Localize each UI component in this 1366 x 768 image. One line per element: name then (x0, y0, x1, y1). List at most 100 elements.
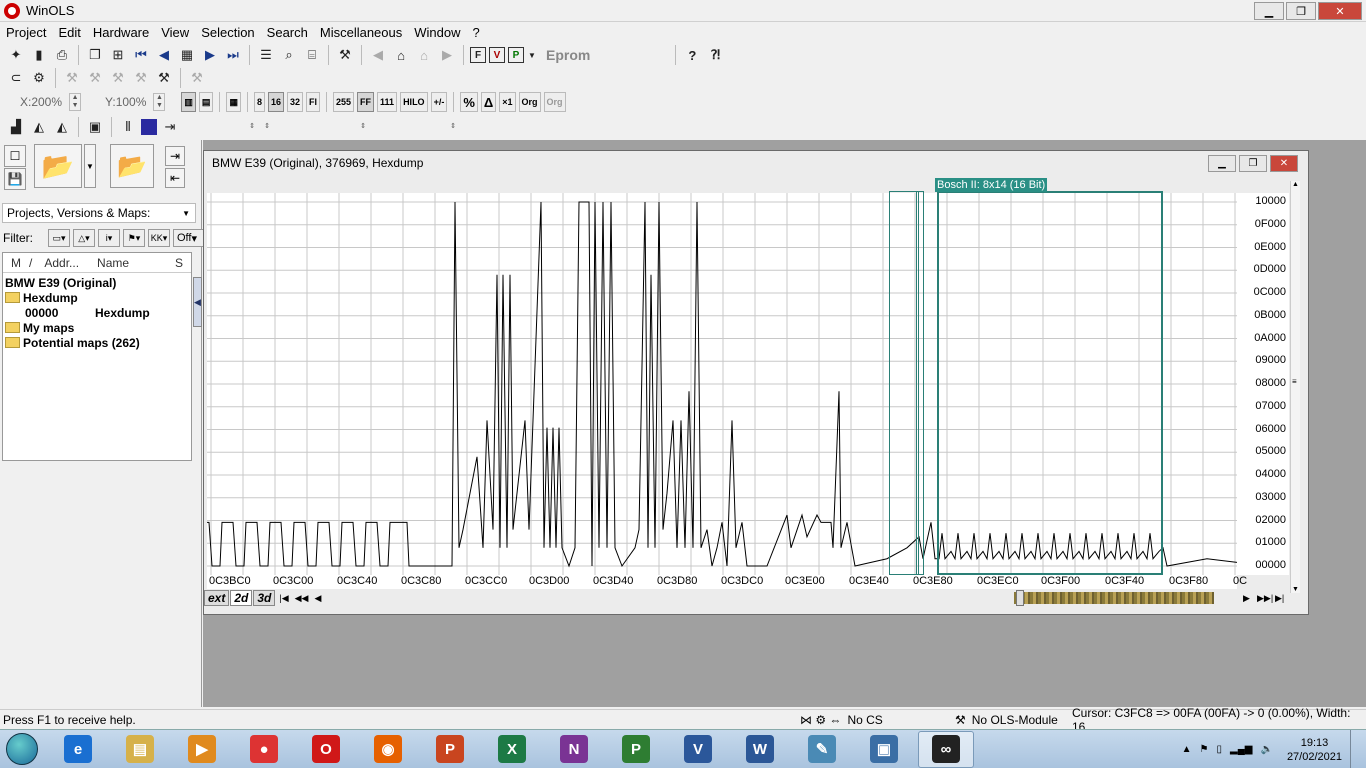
first-icon[interactable]: ⏮ (131, 45, 151, 65)
import-icon[interactable]: ⇥ (165, 146, 185, 166)
zoom-icon[interactable]: ⌕ (279, 45, 299, 65)
waveform-view-button[interactable]: ▥ (181, 92, 196, 112)
scroll-right-icon[interactable]: ▶ (1240, 593, 1253, 604)
grid-button[interactable]: ▦ (226, 92, 241, 112)
taskbar-app-opera[interactable]: O (298, 731, 354, 768)
back-icon[interactable]: ◀ (368, 45, 388, 65)
child-close-button[interactable]: ✕ (1270, 155, 1298, 172)
verify-icon[interactable]: ⚒ (131, 68, 151, 88)
first-page-icon[interactable]: |◀ (276, 593, 291, 604)
scroll-left-icon[interactable]: ◀ (311, 593, 324, 604)
map-selection-box[interactable] (937, 191, 1163, 575)
map-icon[interactable]: ◭ (29, 117, 49, 137)
spinner-b[interactable]: ⇕ (261, 118, 273, 136)
taskbar-app-firefox[interactable]: ◉ (360, 731, 416, 768)
v-icon[interactable]: V (489, 47, 505, 63)
menu-miscellaneous[interactable]: Miscellaneous (314, 25, 408, 40)
col-s[interactable]: S (129, 256, 183, 270)
tree-item-hexdump[interactable]: 00000 Hexdump (3, 305, 191, 320)
tree-item-my-maps[interactable]: My maps (3, 320, 191, 335)
tree-item-hexdump-folder[interactable]: Hexdump (3, 290, 191, 305)
tray-chevron-icon[interactable]: ▲ (1182, 744, 1192, 755)
tab-text[interactable]: ext (204, 590, 230, 606)
bits-32-button[interactable]: 32 (286, 92, 303, 112)
menu-selection[interactable]: Selection (195, 25, 260, 40)
child-restore-button[interactable]: ❐ (1239, 155, 1267, 172)
link-icon[interactable]: ⊂ (6, 68, 26, 88)
help-icon[interactable]: ? (682, 45, 702, 65)
read-icon[interactable]: ⚒ (62, 68, 82, 88)
taskbar-app-chrome[interactable]: ● (236, 731, 292, 768)
table-icon[interactable]: ▦ (177, 45, 197, 65)
taskbar-app-powerpoint[interactable]: P (422, 731, 478, 768)
overview-scrollbar[interactable] (1014, 592, 1214, 604)
decimal-button[interactable]: 255 (333, 92, 355, 112)
prev-page-icon[interactable]: ◀◀ (292, 593, 312, 604)
chip-icon[interactable]: ▮ (29, 45, 49, 65)
p-icon[interactable]: P (508, 47, 524, 63)
minimize-button[interactable]: ▁ (1254, 2, 1284, 20)
bar-view-button[interactable]: ▤ (198, 92, 214, 112)
upload-icon[interactable]: ⌂ (391, 45, 411, 65)
columns-icon[interactable]: ⦀ (118, 117, 138, 137)
menu-project[interactable]: Project (0, 25, 52, 40)
battery-icon[interactable]: ▯ (1217, 744, 1223, 755)
hardware-icon[interactable]: ⚙ (29, 68, 49, 88)
new-button[interactable]: ☐ (4, 145, 26, 167)
taskbar-app-remote[interactable]: ▣ (856, 731, 912, 768)
child-minimize-button[interactable]: ▁ (1208, 155, 1236, 172)
sign-button[interactable]: +/- (430, 92, 448, 112)
map-search-icon[interactable]: ◭ (52, 117, 72, 137)
tab-2d[interactable]: 2d (230, 590, 253, 606)
export-icon[interactable]: ⇤ (165, 168, 185, 188)
next-icon[interactable]: ▶ (200, 45, 220, 65)
spinner-a[interactable]: ⇕ (246, 118, 258, 136)
menu-view[interactable]: View (155, 25, 195, 40)
binary-button[interactable]: 111 (377, 92, 398, 112)
zoom-x-spinner[interactable]: ▲ ▼ (69, 93, 82, 111)
bits-8-button[interactable]: 8 (253, 92, 265, 112)
filter-dim-button[interactable]: △▾ (73, 229, 95, 247)
last-page-icon[interactable]: ▶| (1272, 593, 1287, 604)
volume-icon[interactable]: 🔈 (1260, 744, 1272, 755)
percent-button[interactable]: % (460, 92, 478, 112)
hilo-button[interactable]: HILO (400, 92, 428, 112)
f-icon[interactable]: F (470, 47, 486, 63)
new-project-icon[interactable]: ✦ (6, 45, 26, 65)
filter-type-button[interactable]: ▭▾ (48, 229, 70, 247)
recalc-icon[interactable]: ⚒ (154, 68, 174, 88)
project-dropdown[interactable]: Projects, Versions & Maps: ▼ (2, 203, 196, 223)
last-icon[interactable]: ⏭ (223, 45, 243, 65)
filter-off-dropdown[interactable]: Off ▾ (173, 229, 207, 247)
tree-item-project[interactable]: BMW E39 (Original) (3, 275, 191, 290)
home-icon[interactable]: ⌂ (414, 45, 434, 65)
vertical-scrollbar[interactable]: ▲ ≡ ▼ (1290, 181, 1300, 593)
compare-icon[interactable]: ⊞ (108, 45, 128, 65)
scroll-thumb[interactable] (1016, 590, 1024, 606)
flag-icon[interactable]: ⚑ (1200, 744, 1209, 755)
collapse-panel-button[interactable]: ◀ (193, 277, 202, 327)
bits-16-button[interactable]: 16 (267, 92, 284, 112)
save-button[interactable]: 💾 (4, 168, 26, 190)
context-help-icon[interactable]: ⁈ (705, 45, 725, 65)
close-button[interactable]: ✕ (1318, 2, 1362, 20)
import-button[interactable]: 📂 (110, 144, 154, 188)
filter-info-button[interactable]: i▾ (98, 229, 120, 247)
taskbar-app-winols[interactable]: ∞ (918, 730, 974, 768)
erase-icon[interactable]: ⚒ (108, 68, 128, 88)
open-dropdown-button[interactable]: ▼ (84, 144, 96, 188)
restore-button[interactable]: ❐ (1286, 2, 1316, 20)
taskbar-app-paint[interactable]: ✎ (794, 731, 850, 768)
map-properties-icon[interactable]: ▣ (85, 117, 105, 137)
spinner-c[interactable]: ⇕ (357, 118, 369, 136)
col-addr[interactable]: Addr... (32, 256, 79, 270)
col-name[interactable]: Name (79, 256, 129, 270)
spinner-d[interactable]: ⇕ (447, 118, 459, 136)
window-copy-icon[interactable]: ❐ (85, 45, 105, 65)
col-m[interactable]: M (3, 256, 21, 270)
float-button[interactable]: Fl (306, 92, 320, 112)
width-icon[interactable]: ⇥ (160, 117, 180, 137)
hex-button[interactable]: FF (357, 92, 375, 112)
color-icon[interactable] (141, 119, 157, 135)
module-icon[interactable]: ⚒ (187, 68, 207, 88)
